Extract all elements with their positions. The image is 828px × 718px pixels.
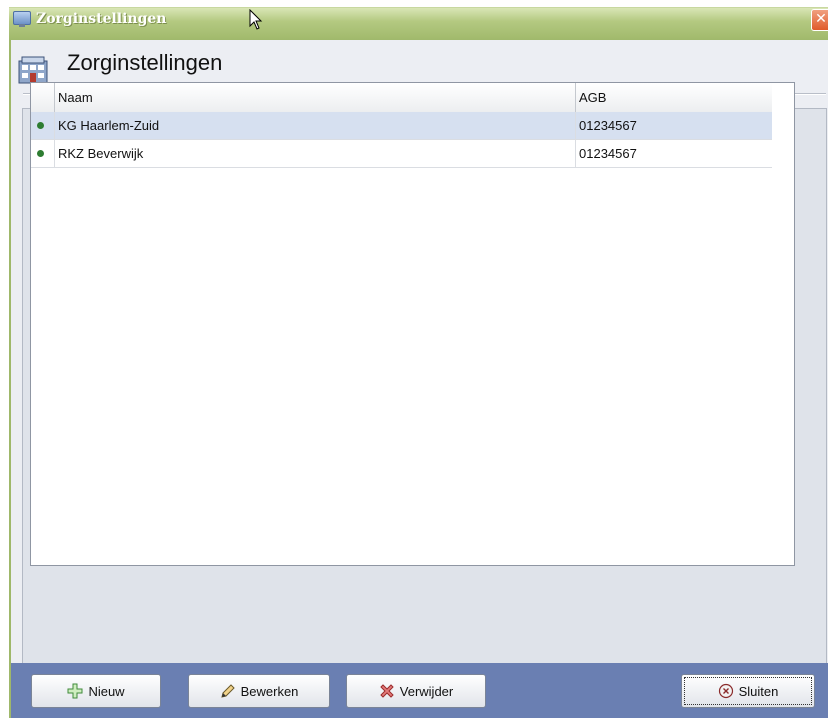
plus-icon	[67, 683, 83, 699]
table-header: Naam AGB	[31, 83, 772, 113]
row-status-cell	[31, 140, 55, 167]
column-header-agb[interactable]: AGB	[576, 83, 772, 112]
column-header-naam[interactable]: Naam	[55, 83, 576, 112]
pencil-icon	[220, 684, 235, 698]
page-title: Zorginstellingen	[67, 50, 223, 75]
edit-button[interactable]: Bewerken	[188, 674, 330, 708]
button-bar: Nieuw Bewerken Verwijder Sluiten	[9, 663, 828, 718]
row-status-cell	[31, 112, 55, 139]
cross-icon	[380, 684, 394, 698]
status-dot-icon	[37, 122, 44, 129]
institutions-table[interactable]: Naam AGB KG Haarlem-Zuid 01234567 RKZ Be…	[30, 82, 795, 566]
mouse-cursor-icon	[249, 9, 263, 30]
edit-button-label: Bewerken	[240, 683, 299, 699]
delete-button-label: Verwijder	[399, 683, 454, 699]
cell-agb: 01234567	[579, 146, 637, 161]
building-icon	[18, 56, 48, 84]
delete-button[interactable]: Verwijder	[346, 674, 486, 708]
cell-naam: KG Haarlem-Zuid	[55, 112, 576, 139]
window-title: Zorginstellingen	[36, 11, 167, 27]
status-dot-icon	[37, 150, 44, 157]
close-button-label: Sluiten	[738, 683, 779, 699]
cell-naam: RKZ Beverwijk	[55, 140, 576, 167]
table-row[interactable]: RKZ Beverwijk 01234567	[31, 140, 772, 168]
app-window-icon	[13, 11, 31, 27]
close-circle-icon	[718, 683, 733, 699]
new-button[interactable]: Nieuw	[31, 674, 161, 708]
close-button[interactable]: Sluiten	[681, 674, 815, 708]
table-row[interactable]: KG Haarlem-Zuid 01234567	[31, 112, 772, 140]
new-button-label: Nieuw	[88, 683, 125, 699]
cell-agb: 01234567	[579, 118, 637, 133]
column-header-status	[31, 83, 55, 112]
window-close-button[interactable]: ✕	[811, 9, 828, 31]
window-titlebar[interactable]: Zorginstellingen ✕	[0, 0, 828, 41]
